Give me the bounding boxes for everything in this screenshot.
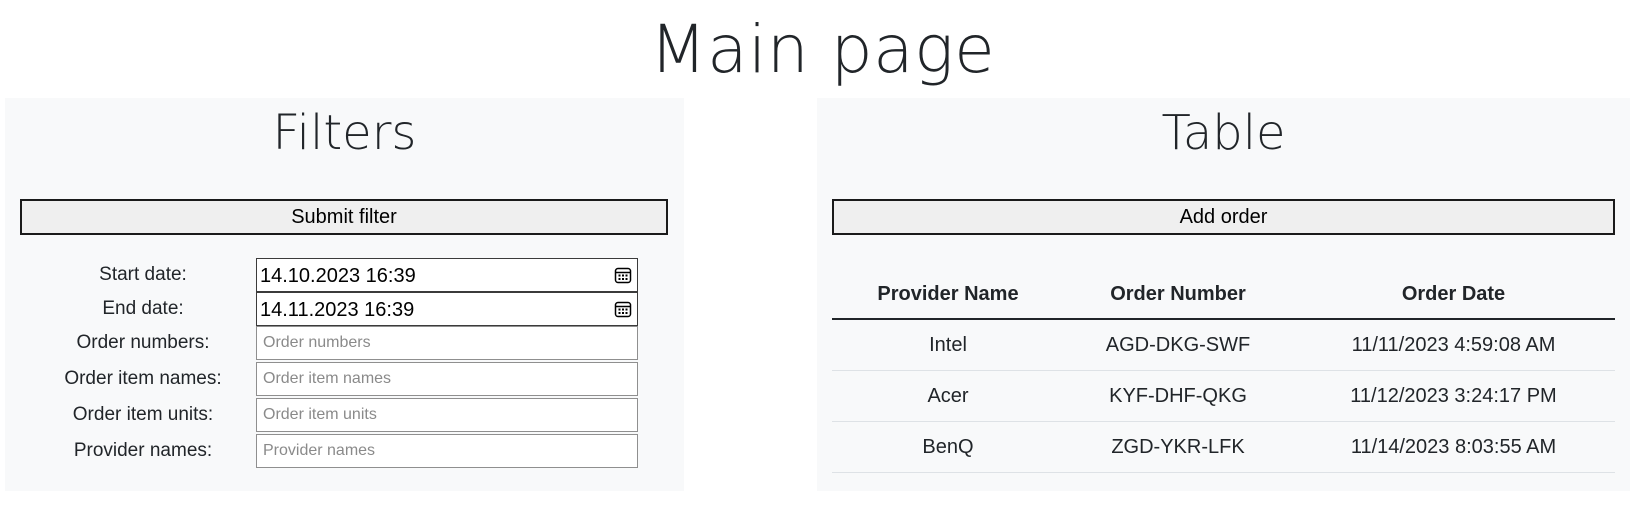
- column-header-order-number[interactable]: Order Number: [1064, 270, 1292, 320]
- order-number-cell: KYF-DHF-QKG: [1064, 370, 1292, 422]
- order-numbers-label: Order numbers:: [76, 332, 210, 353]
- table-title: Table: [1161, 105, 1286, 161]
- order-item-units-input[interactable]: [256, 398, 638, 432]
- table-header-row: Provider Name Order Number Order Date: [832, 270, 1615, 320]
- start-date-value: 14.10.2023 16:39: [260, 265, 416, 287]
- table-row[interactable]: BenQ ZGD-YKR-LFK 11/14/2023 8:03:55 AM: [832, 421, 1615, 473]
- order-item-units-row: Order item units:: [5, 398, 684, 432]
- provider-names-label: Provider names:: [73, 440, 213, 461]
- end-date-field[interactable]: 14.11.2023 16:39: [256, 292, 638, 326]
- order-number-cell: AGD-DKG-SWF: [1064, 319, 1292, 371]
- order-numbers-row: Order numbers:: [5, 326, 684, 360]
- provider-name-cell: BenQ: [832, 421, 1064, 473]
- submit-filter-button[interactable]: Submit filter: [20, 199, 668, 235]
- page-title: Main page: [649, 11, 996, 88]
- start-date-label: Start date:: [99, 264, 187, 285]
- calendar-icon[interactable]: [614, 300, 632, 318]
- order-date-cell: 11/14/2023 8:03:55 AM: [1292, 421, 1615, 473]
- end-date-row: End date: 14.11.2023 16:39: [5, 292, 684, 326]
- column-header-provider-name[interactable]: Provider Name: [832, 270, 1064, 320]
- start-date-field[interactable]: 14.10.2023 16:39: [256, 258, 638, 292]
- end-date-label: End date:: [102, 298, 184, 319]
- main-page: Main page Filters Submit filter Start da…: [0, 0, 1645, 511]
- order-date-cell: 11/11/2023 4:59:08 AM: [1292, 319, 1615, 371]
- order-item-names-input[interactable]: [256, 362, 638, 396]
- provider-name-cell: Intel: [832, 319, 1064, 371]
- table-row[interactable]: Acer KYF-DHF-QKG 11/12/2023 3:24:17 PM: [832, 370, 1615, 422]
- order-item-names-label: Order item names:: [64, 368, 222, 389]
- table-panel: Table Add order Provider Name Order Numb…: [817, 98, 1630, 491]
- filters-title: Filters: [272, 105, 417, 161]
- orders-table: Provider Name Order Number Order Date In…: [832, 270, 1615, 473]
- order-item-units-label: Order item units:: [72, 404, 214, 425]
- provider-names-input[interactable]: [256, 434, 638, 468]
- add-order-button[interactable]: Add order: [832, 199, 1615, 235]
- end-date-value: 14.11.2023 16:39: [260, 299, 415, 321]
- provider-name-cell: Acer: [832, 370, 1064, 422]
- filters-panel: Filters Submit filter Start date: 14.10.…: [5, 98, 684, 491]
- order-date-cell: 11/12/2023 3:24:17 PM: [1292, 370, 1615, 422]
- order-item-names-row: Order item names:: [5, 362, 684, 396]
- start-date-row: Start date: 14.10.2023 16:39: [5, 258, 684, 292]
- order-numbers-input[interactable]: [256, 326, 638, 360]
- order-number-cell: ZGD-YKR-LFK: [1064, 421, 1292, 473]
- calendar-icon[interactable]: [614, 266, 632, 284]
- column-header-order-date[interactable]: Order Date: [1292, 270, 1615, 320]
- table-row[interactable]: Intel AGD-DKG-SWF 11/11/2023 4:59:08 AM: [832, 319, 1615, 371]
- provider-names-row: Provider names:: [5, 434, 684, 468]
